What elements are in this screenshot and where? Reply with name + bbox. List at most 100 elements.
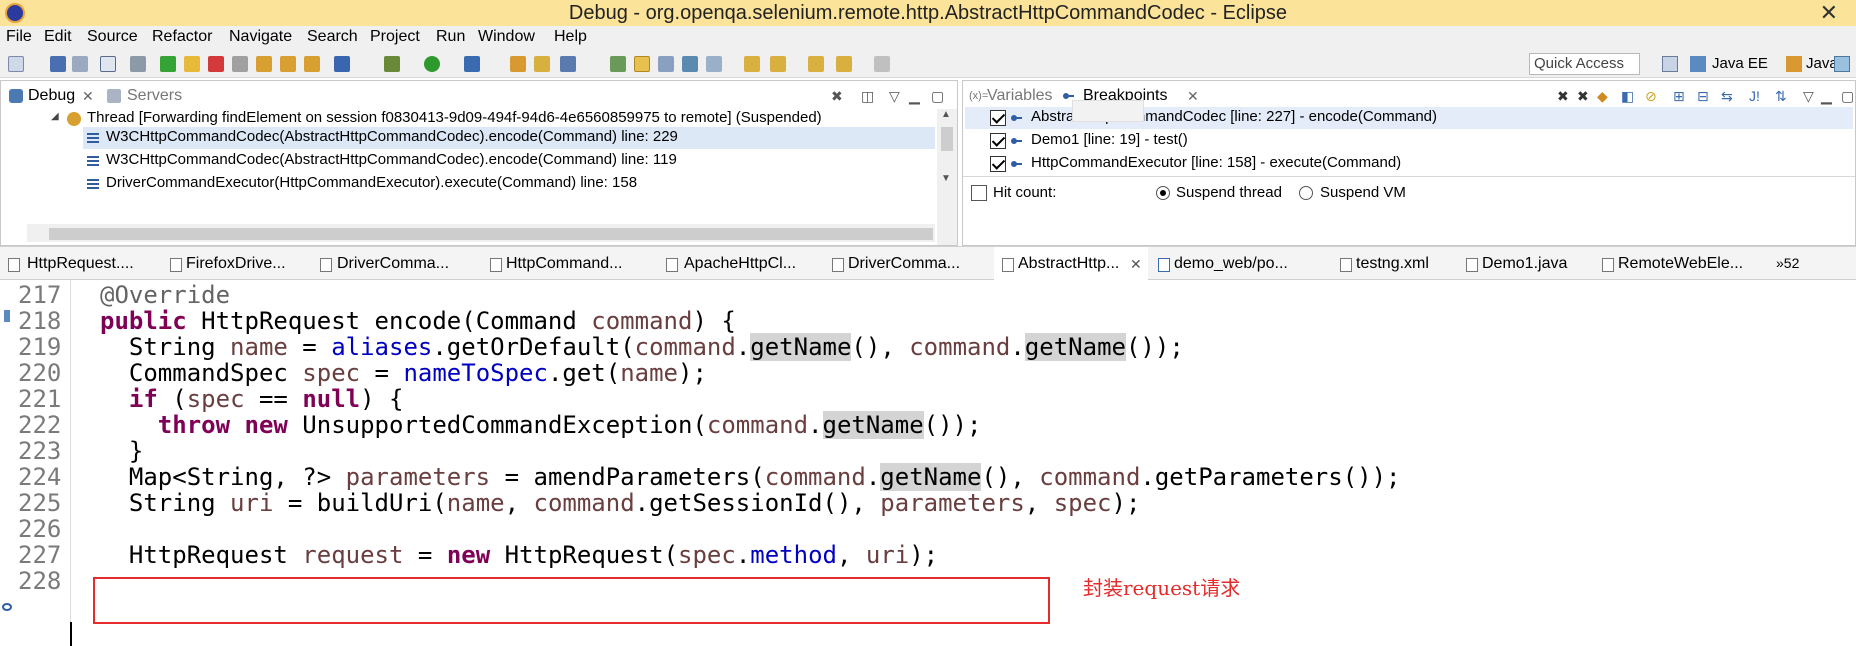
java-perspective-icon[interactable] — [1786, 56, 1802, 72]
debug-icon[interactable] — [384, 56, 400, 72]
more-tabs-button[interactable]: »52 — [1776, 255, 1799, 271]
stack-frame-2[interactable]: W3CHttpCommandCodec(AbstractHttpCommandC… — [106, 151, 677, 168]
console-icon[interactable] — [100, 56, 116, 72]
new-icon[interactable] — [8, 56, 24, 72]
thread-node[interactable]: Thread [Forwarding findElement on sessio… — [87, 109, 822, 126]
breakpoint-item-2[interactable]: Demo1 [line: 19] - test() — [1031, 131, 1188, 148]
use-step-filters-icon[interactable] — [334, 56, 350, 72]
breakpoint-gutter-icon[interactable] — [2, 603, 12, 611]
skip-breakpoints-icon[interactable] — [130, 56, 146, 72]
code-line[interactable]: throw new UnsupportedCommandException(co… — [100, 410, 981, 441]
breakpoint-checkbox-2[interactable] — [990, 133, 1006, 149]
collapse-all-icon[interactable]: ⊟ — [1697, 88, 1709, 105]
minimize-icon[interactable]: ▁ — [909, 88, 920, 105]
add-java-exception-icon[interactable]: J! — [1749, 88, 1760, 104]
next-annotation-icon[interactable] — [744, 56, 760, 72]
stack-frame-1[interactable]: W3CHttpCommandCodec(AbstractHttpCommandC… — [106, 128, 678, 145]
editor-tab-apachehttpclient[interactable]: ApacheHttpCl... — [684, 255, 796, 273]
tab-servers[interactable]: Servers — [127, 87, 182, 105]
menu-navigate[interactable]: Navigate — [229, 28, 292, 46]
link-with-debug-icon[interactable]: ⇆ — [1721, 88, 1733, 105]
new-java-project-icon[interactable] — [510, 56, 526, 72]
remove-launches-icon[interactable]: ✖ — [831, 88, 843, 105]
menu-search[interactable]: Search — [307, 28, 358, 46]
hit-count-input[interactable] — [1072, 100, 1144, 122]
remove-breakpoint-icon[interactable]: ✖ — [1557, 88, 1569, 105]
editor-tab-close-icon[interactable]: ✕ — [1130, 256, 1142, 273]
menu-help[interactable]: Help — [554, 28, 587, 46]
menu-project[interactable]: Project — [370, 28, 420, 46]
menu-source[interactable]: Source — [87, 28, 138, 46]
scroll-up-icon[interactable]: ▲ — [941, 109, 951, 120]
editor-tab-drivercommand-1[interactable]: DriverComma... — [337, 255, 449, 273]
last-edit-location-icon[interactable] — [808, 56, 824, 72]
bp-minimize-icon[interactable]: ▁ — [1821, 88, 1832, 105]
open-type-icon[interactable] — [534, 56, 550, 72]
editor-tab-testng[interactable]: testng.xml — [1356, 255, 1429, 273]
maximize-icon[interactable]: ▢ — [931, 88, 944, 105]
perspective-java-ee[interactable]: Java EE — [1712, 55, 1768, 72]
show-whitespace-icon[interactable] — [682, 56, 698, 72]
search-icon[interactable] — [560, 56, 576, 72]
menu-run[interactable]: Run — [436, 28, 465, 46]
suspend-thread-radio[interactable] — [1156, 186, 1170, 200]
editor-tab-httpcommand[interactable]: HttpCommand... — [506, 255, 622, 273]
quick-access-field[interactable]: Quick Access — [1529, 53, 1640, 75]
scroll-thumb[interactable] — [941, 127, 953, 151]
collapse-icon[interactable]: ◫ — [861, 88, 874, 105]
menu-edit[interactable]: Edit — [44, 28, 72, 46]
stack-frame-3[interactable]: DriverCommandExecutor(HttpCommandExecuto… — [106, 174, 637, 191]
thread-expand-icon[interactable]: ◢ — [51, 111, 59, 122]
menu-window[interactable]: Window — [478, 28, 535, 46]
view-menu-icon[interactable]: ▽ — [889, 88, 900, 105]
save-icon[interactable] — [50, 56, 66, 72]
editor-tab-abstracthttp[interactable]: AbstractHttp... — [1018, 255, 1119, 273]
skip-all-breakpoints-icon[interactable]: ⊘ — [1645, 88, 1657, 105]
scroll-thumb[interactable] — [49, 228, 933, 240]
editor-tab-firefoxdriver[interactable]: FirefoxDrive... — [186, 255, 286, 273]
java-ee-perspective-icon[interactable] — [1690, 56, 1706, 72]
editor-tab-httprequest[interactable]: HttpRequest.... — [27, 255, 134, 273]
scroll-down-icon[interactable]: ▼ — [941, 173, 951, 184]
step-return-icon[interactable] — [304, 56, 320, 72]
editor-tab-drivercommand-2[interactable]: DriverComma... — [848, 255, 960, 273]
run-icon[interactable] — [424, 56, 440, 72]
bp-view-menu-icon[interactable]: ▽ — [1803, 88, 1814, 105]
word-wrap-icon[interactable] — [706, 56, 722, 72]
save-all-icon[interactable] — [72, 56, 88, 72]
breakpoint-checkbox-1[interactable] — [990, 110, 1006, 126]
step-into-icon[interactable] — [256, 56, 272, 72]
expand-all-icon[interactable]: ⊞ — [1673, 88, 1685, 105]
code-line[interactable]: HttpRequest request = new HttpRequest(sp… — [100, 540, 938, 571]
suspend-icon[interactable] — [184, 56, 200, 72]
editor-tab-demo1[interactable]: Demo1.java — [1482, 255, 1567, 273]
code-line[interactable]: String uri = buildUri(name, command.getS… — [100, 488, 1141, 519]
menu-file[interactable]: File — [6, 28, 32, 46]
breakpoints-tab-close-icon[interactable]: ✕ — [1187, 88, 1199, 105]
remove-all-breakpoints-icon[interactable]: ✖ — [1577, 88, 1589, 105]
mark-occurrences-icon[interactable] — [634, 56, 650, 72]
group-by-icon[interactable]: ⇅ — [1775, 88, 1787, 105]
block-selection-icon[interactable] — [658, 56, 674, 72]
perspective-java[interactable]: Java — [1806, 55, 1838, 72]
show-supported-icon[interactable]: ◆ — [1597, 88, 1608, 105]
debug-vertical-scrollbar[interactable]: ▲ ▼ — [937, 109, 957, 245]
breakpoint-item-3[interactable]: HttpCommandExecutor [line: 158] - execut… — [1031, 154, 1401, 171]
step-over-icon[interactable] — [280, 56, 296, 72]
toggle-breadcrumb-icon[interactable] — [610, 56, 626, 72]
resume-icon[interactable] — [160, 56, 176, 72]
forward-icon[interactable] — [874, 56, 890, 72]
tab-debug[interactable]: Debug — [28, 87, 75, 105]
debug-perspective-icon[interactable] — [1834, 56, 1850, 72]
back-icon[interactable] — [836, 56, 852, 72]
bp-maximize-icon[interactable]: ▢ — [1841, 88, 1854, 105]
hit-count-checkbox[interactable] — [971, 185, 987, 201]
close-icon[interactable]: ✕ — [1820, 0, 1838, 26]
disconnect-icon[interactable] — [232, 56, 248, 72]
previous-annotation-icon[interactable] — [770, 56, 786, 72]
go-to-file-icon[interactable]: ◧ — [1621, 88, 1634, 105]
debug-horizontal-scrollbar[interactable] — [27, 224, 935, 242]
suspend-vm-radio[interactable] — [1299, 186, 1313, 200]
breakpoint-checkbox-3[interactable] — [990, 156, 1006, 172]
open-perspective-icon[interactable] — [1662, 56, 1678, 72]
